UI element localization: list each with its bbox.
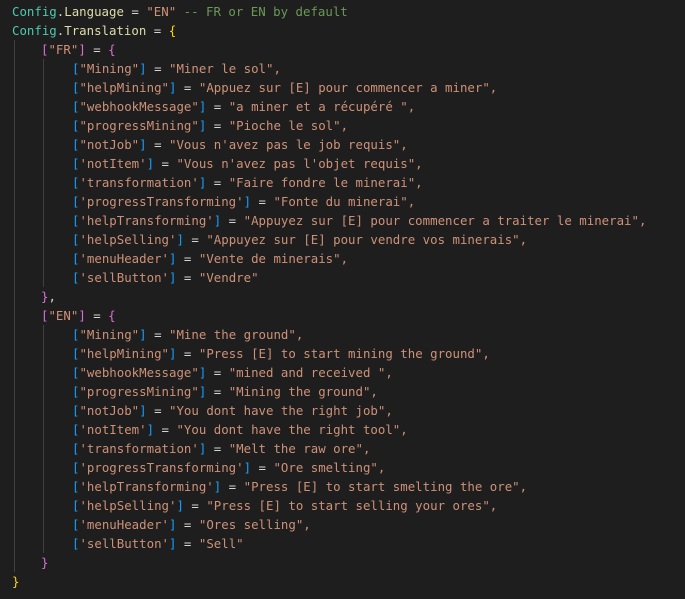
entry-value: "Pioche le sol",	[228, 118, 349, 133]
entry-value: "Vendre"	[198, 270, 259, 285]
entry-key: "helpMining"	[79, 346, 169, 361]
language-property: Language	[64, 4, 124, 19]
entry-key: 'helpTransforming'	[79, 479, 214, 494]
code-line-entry: ["Mining"] = "Mine the ground",	[0, 325, 685, 344]
entry-key: 'transformation'	[79, 175, 199, 190]
code-editor[interactable]: Config.Language = "EN" -- FR or EN by de…	[0, 0, 685, 599]
entry-value: "Press [E] to start mining the ground",	[198, 346, 490, 361]
code-line-entry: ['menuHeader'] = "Vente de minerais",	[0, 249, 685, 268]
entry-key: 'helpSelling'	[79, 498, 177, 513]
code-line-entry: ['progressTransforming'] = "Fonte du min…	[0, 192, 685, 211]
code-line-entry: ["progressMining"] = "Pioche le sol",	[0, 116, 685, 135]
config-identifier: Config	[12, 23, 57, 38]
entry-key: 'menuHeader'	[79, 517, 169, 532]
entry-value: "Vous n'avez pas l'objet requis",	[176, 156, 423, 171]
code-line-entry: ["progressMining"] = "Mining the ground"…	[0, 382, 685, 401]
code-line-entry: ["webhookMessage"] = "mined and received…	[0, 363, 685, 382]
code-line-entry: ["helpMining"] = "Press [E] to start min…	[0, 344, 685, 363]
entry-value: "You dont have the right tool",	[176, 422, 408, 437]
entry-value: "You dont have the right job",	[169, 403, 393, 418]
code-line-group-open: ["FR"] = {	[0, 40, 685, 59]
entry-value: "Fonte du minerai",	[273, 194, 416, 209]
code-line-group-close: },	[0, 287, 685, 306]
entry-key: 'menuHeader'	[79, 251, 169, 266]
code-line-group-close: }	[0, 553, 685, 572]
code-line-entry: ['helpSelling'] = "Press [E] to start se…	[0, 496, 685, 515]
entry-value: "Appuyez sur [E] pour commencer a traite…	[243, 213, 647, 228]
entry-key: "webhookMessage"	[79, 99, 199, 114]
entry-value: "Miner le sol",	[169, 61, 281, 76]
entry-value: "Mine the ground",	[169, 327, 304, 342]
entry-key: 'notItem'	[79, 422, 147, 437]
code-line-translation: Config.Translation = {	[12, 23, 177, 38]
code-line-close: }	[0, 572, 685, 591]
entry-key: 'helpTransforming'	[79, 213, 214, 228]
entry-key: 'helpSelling'	[79, 232, 177, 247]
code-line-entry: ["helpMining"] = "Appuez sur [E] pour co…	[0, 78, 685, 97]
entry-key: 'progressTransforming'	[79, 460, 244, 475]
entry-value: "mined and received ",	[228, 365, 393, 380]
group-key: "EN"	[48, 308, 79, 323]
code-line-entry: ['transformation'] = "Melt the raw ore",	[0, 439, 685, 458]
code-line-entry: ['sellButton'] = "Sell"	[0, 534, 685, 553]
entry-value: "Ores selling",	[198, 517, 311, 532]
language-comment: -- FR or EN by default	[183, 4, 348, 19]
code-line-entry: ['progressTransforming'] = "Ore smelting…	[0, 458, 685, 477]
entry-key: 'notItem'	[79, 156, 147, 171]
entry-value: "Press [E] to start smelting the ore",	[243, 479, 528, 494]
entry-value: "Vous n'avez pas le job requis",	[169, 137, 408, 152]
entry-value: "Faire fondre le minerai",	[228, 175, 423, 190]
entry-value: "Appuyez sur [E] pour vendre vos minerai…	[206, 232, 528, 247]
entry-key: "Mining"	[79, 61, 140, 76]
code-line-entry: ['helpSelling'] = "Appuyez sur [E] pour …	[0, 230, 685, 249]
code-line-entry: ['transformation'] = "Faire fondre le mi…	[0, 173, 685, 192]
code-line-entry: ['notItem'] = "Vous n'avez pas l'objet r…	[0, 154, 685, 173]
code-line-entry: ["Mining"] = "Miner le sol",	[0, 59, 685, 78]
entry-value: "Sell"	[198, 536, 244, 551]
code-line-entry: ['sellButton'] = "Vendre"	[0, 268, 685, 287]
entry-key: 'progressTransforming'	[79, 194, 244, 209]
entry-key: "webhookMessage"	[79, 365, 199, 380]
code-line-entry: ['notItem'] = "You dont have the right t…	[0, 420, 685, 439]
language-value: "EN"	[146, 4, 177, 19]
code-line-language: Config.Language = "EN" -- FR or EN by de…	[12, 4, 348, 19]
code-line-group-open: ["EN"] = {	[0, 306, 685, 325]
entry-key: "progressMining"	[79, 384, 199, 399]
entry-value: "Melt the raw ore",	[228, 441, 371, 456]
entry-value: "Mining the ground",	[228, 384, 378, 399]
entry-key: "helpMining"	[79, 80, 169, 95]
translation-property: Translation	[64, 23, 147, 38]
entry-key: "progressMining"	[79, 118, 199, 133]
entry-key: 'sellButton'	[79, 270, 169, 285]
code-line-entry: ['helpTransforming'] = "Appuyez sur [E] …	[0, 211, 685, 230]
translation-groups: ["FR"] = {["Mining"] = "Miner le sol", ["…	[0, 40, 685, 572]
entry-key: "notJob"	[79, 137, 140, 152]
entry-key: "Mining"	[79, 327, 140, 342]
code-line-entry: ['helpTransforming'] = "Press [E] to sta…	[0, 477, 685, 496]
entry-key: "notJob"	[79, 403, 140, 418]
code-line-entry: ["notJob"] = "Vous n'avez pas le job req…	[0, 135, 685, 154]
entry-key: 'sellButton'	[79, 536, 169, 551]
entry-value: "Press [E] to start selling your ores",	[206, 498, 498, 513]
entry-key: 'transformation'	[79, 441, 199, 456]
config-identifier: Config	[12, 4, 57, 19]
entry-value: "Appuez sur [E] pour commencer a miner",	[198, 80, 498, 95]
entry-value: "Ore smelting",	[273, 460, 386, 475]
code-line-entry: ["notJob"] = "You dont have the right jo…	[0, 401, 685, 420]
group-key: "FR"	[48, 42, 79, 57]
open-brace: {	[168, 23, 177, 38]
entry-value: "Vente de minerais",	[198, 251, 349, 266]
close-brace: }	[12, 574, 20, 589]
code-line-entry: ['menuHeader'] = "Ores selling",	[0, 515, 685, 534]
code-line-entry: ["webhookMessage"] = "a miner et a récup…	[0, 97, 685, 116]
entry-value: "a miner et a récupéré ",	[228, 99, 416, 114]
